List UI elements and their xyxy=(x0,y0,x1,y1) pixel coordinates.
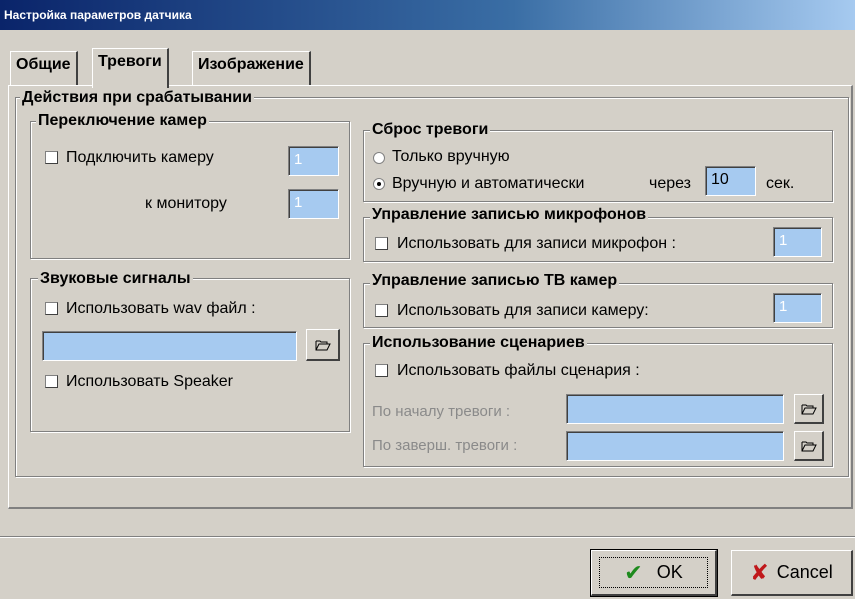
reset-seconds-unit: сек. xyxy=(766,175,795,192)
tab-alarms[interactable]: Тревоги xyxy=(92,48,169,88)
tab-general[interactable]: Общие xyxy=(10,51,78,85)
reset-auto-label: Вручную и автоматически xyxy=(392,175,585,192)
reset-after-label: через xyxy=(649,175,692,192)
browse-end-button[interactable] xyxy=(794,431,824,461)
camera-number-input[interactable]: 1 xyxy=(288,146,339,176)
browse-start-button[interactable] xyxy=(794,394,824,424)
folder-open-icon xyxy=(801,441,817,451)
focus-rect xyxy=(599,557,708,588)
mic-recording-title: Управление записью микрофонов xyxy=(370,206,649,224)
use-tv-camera-label: Использовать для записи камеру: xyxy=(397,302,649,319)
close-icon: ✘ xyxy=(750,559,769,585)
sounds-title: Звуковые сигналы xyxy=(38,270,193,288)
on-start-label: По началу тревоги : xyxy=(372,403,511,420)
on-start-file-input[interactable] xyxy=(566,394,784,424)
use-wav-label: Использовать wav файл : xyxy=(66,300,256,317)
reset-manual-label: Только вручную xyxy=(392,148,510,165)
cancel-button[interactable]: ✘ Cancel xyxy=(731,550,853,596)
connect-camera-label: Подключить камеру xyxy=(66,149,214,166)
cancel-button-label: Cancel xyxy=(776,562,833,582)
mic-number-input[interactable]: 1 xyxy=(773,227,822,257)
monitor-number-input[interactable]: 1 xyxy=(288,189,339,219)
folder-open-icon xyxy=(801,404,817,414)
tv-camera-number-input[interactable]: 1 xyxy=(773,293,822,323)
scenarios-title: Использование сценариев xyxy=(370,334,587,352)
wav-file-input[interactable] xyxy=(42,331,297,361)
use-tv-camera-checkbox[interactable] xyxy=(375,304,388,317)
on-end-label: По заверш. тревоги : xyxy=(372,437,518,454)
use-speaker-checkbox[interactable] xyxy=(45,375,58,388)
reset-auto-radio[interactable] xyxy=(373,178,385,190)
use-mic-checkbox[interactable] xyxy=(375,237,388,250)
folder-open-icon xyxy=(315,340,331,350)
connect-camera-checkbox[interactable] xyxy=(45,151,58,164)
on-end-file-input[interactable] xyxy=(566,431,784,461)
use-scenario-checkbox[interactable] xyxy=(375,364,388,377)
window-title: Настройка параметров датчика xyxy=(0,0,855,30)
alarm-reset-title: Сброс тревоги xyxy=(370,121,491,139)
use-wav-checkbox[interactable] xyxy=(45,302,58,315)
actions-group-title: Действия при срабатывании xyxy=(20,89,254,107)
tab-image[interactable]: Изображение xyxy=(192,51,311,85)
footer-separator xyxy=(0,536,855,538)
use-scenario-label: Использовать файлы сценария : xyxy=(397,362,640,379)
tv-recording-title: Управление записью ТВ камер xyxy=(370,272,620,290)
monitor-label: к монитору xyxy=(145,195,227,212)
browse-wav-button[interactable] xyxy=(306,329,340,361)
reset-manual-radio[interactable] xyxy=(373,152,385,164)
camera-switch-title: Переключение камер xyxy=(36,112,209,130)
use-mic-label: Использовать для записи микрофон : xyxy=(397,235,676,252)
reset-seconds-input[interactable]: 10 xyxy=(705,166,756,196)
use-speaker-label: Использовать Speaker xyxy=(66,373,234,390)
ok-button[interactable]: ✔ OK xyxy=(590,549,718,597)
